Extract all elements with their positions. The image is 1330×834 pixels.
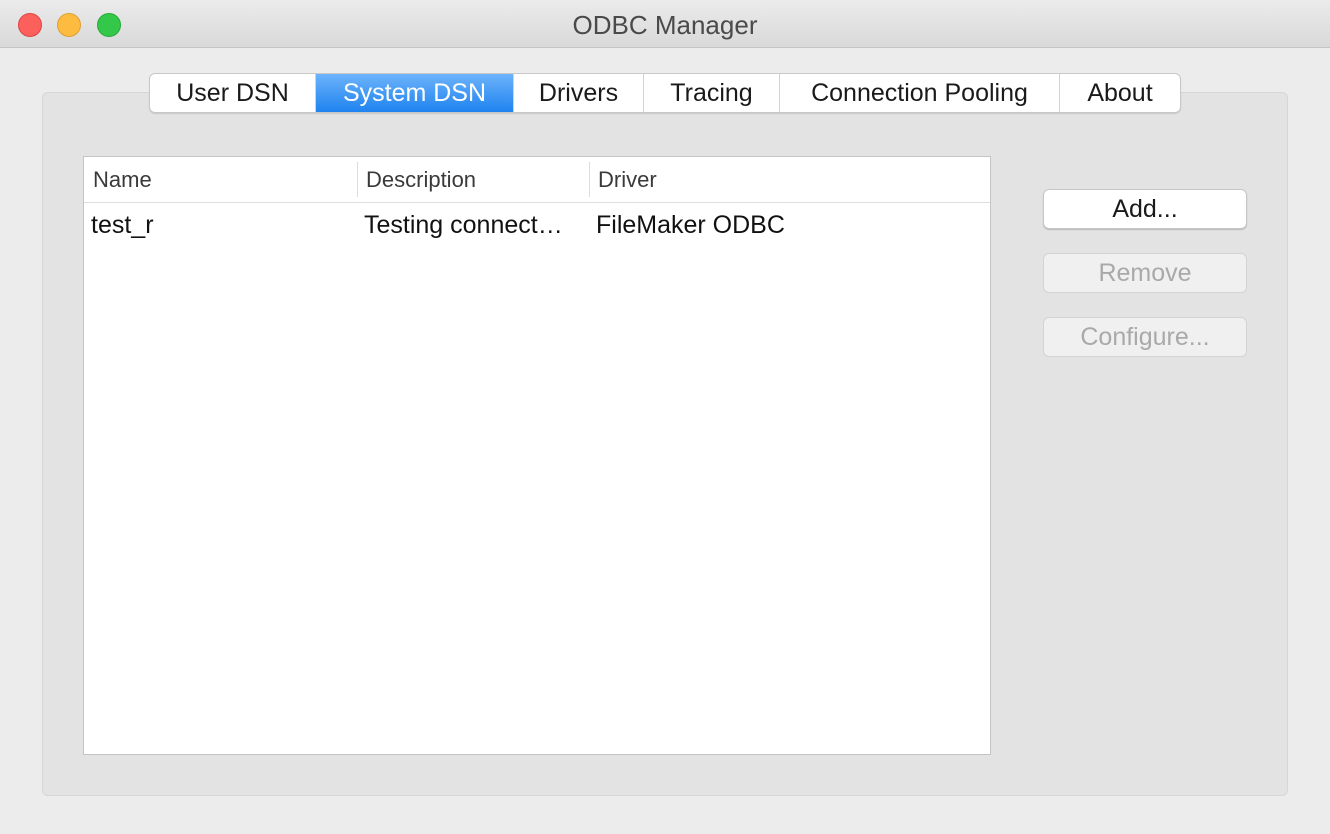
table-header: Name Description Driver [84, 157, 990, 203]
cell-name: test_r [91, 210, 154, 239]
configure-button[interactable]: Configure... [1043, 317, 1247, 357]
add-button[interactable]: Add... [1043, 189, 1247, 229]
remove-button[interactable]: Remove [1043, 253, 1247, 293]
column-header-driver[interactable]: Driver [589, 157, 989, 202]
odbc-manager-window: ODBC Manager User DSN System DSN Drivers… [0, 0, 1330, 834]
window-title: ODBC Manager [572, 10, 758, 40]
tab-tracing[interactable]: Tracing [644, 74, 780, 112]
tab-about[interactable]: About [1060, 74, 1180, 112]
tab-drivers[interactable]: Drivers [514, 74, 644, 112]
cell-description: Testing connect… [364, 210, 563, 239]
column-header-description[interactable]: Description [357, 157, 589, 202]
tab-system-dsn[interactable]: System DSN [316, 74, 514, 112]
tab-bar: User DSN System DSN Drivers Tracing Conn… [149, 73, 1181, 113]
table-row[interactable]: test_r Testing connect… FileMaker ODBC [84, 203, 990, 247]
cell-driver: FileMaker ODBC [596, 210, 785, 239]
title-bar[interactable]: ODBC Manager [0, 0, 1330, 48]
column-header-name[interactable]: Name [84, 157, 357, 202]
tab-connection-pooling[interactable]: Connection Pooling [780, 74, 1060, 112]
tab-user-dsn[interactable]: User DSN [150, 74, 316, 112]
system-dsn-table[interactable]: Name Description Driver test_r Testing c… [83, 156, 991, 755]
